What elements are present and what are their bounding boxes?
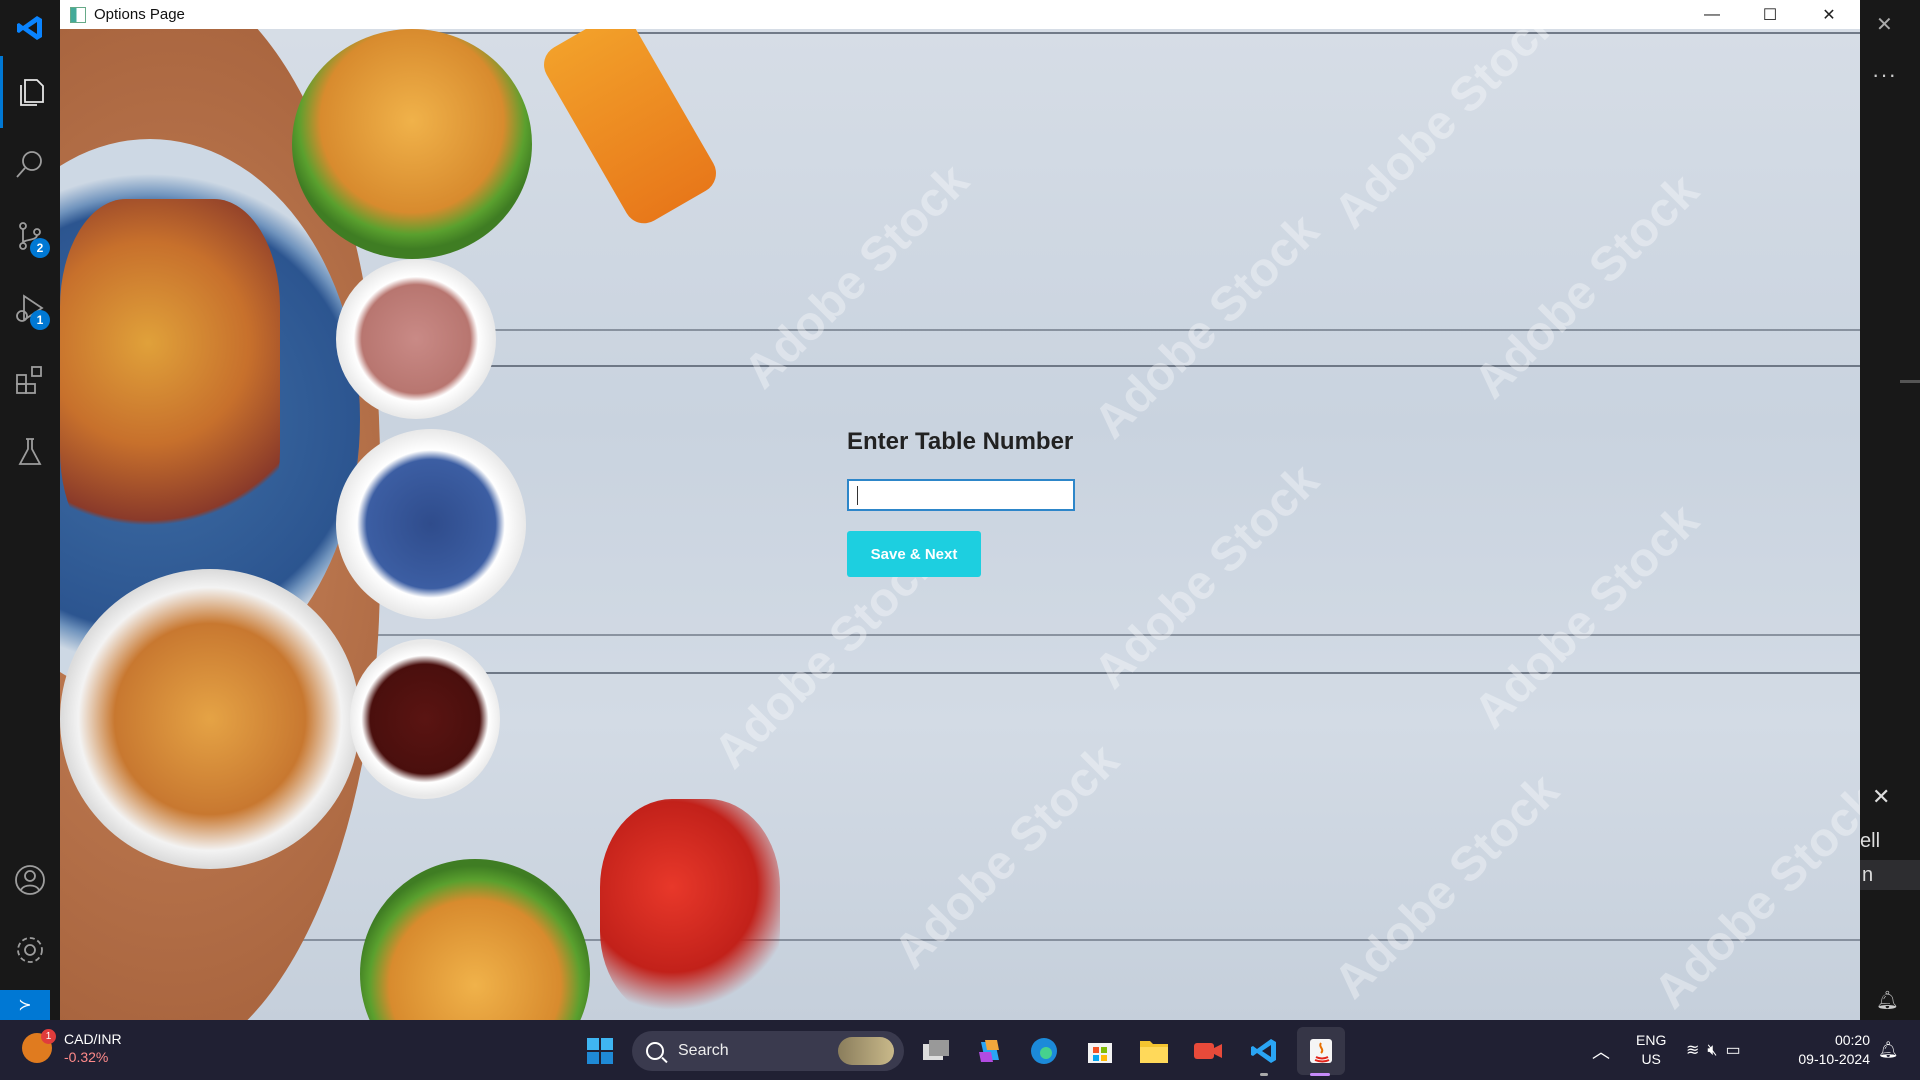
burger-bottom-image (360, 859, 590, 1020)
system-tray-icons[interactable]: ≋🔇︎▭ (1686, 1040, 1749, 1060)
watermark-text: Adobe Stock (884, 734, 1130, 979)
edge-browser-icon[interactable] (1026, 1033, 1062, 1069)
file-explorer-icon[interactable] (1136, 1033, 1172, 1069)
terminal-list-item-selected[interactable]: n (1860, 860, 1920, 890)
watermark-text: Adobe Stock (1644, 774, 1860, 1019)
show-hidden-icons-chevron-icon[interactable]: ︿ (1592, 1038, 1610, 1064)
running-indicator (1260, 1073, 1268, 1076)
taskbar-search[interactable]: Search (632, 1031, 904, 1071)
weather-widget[interactable]: 1 CAD/INR -0.32% (22, 1029, 122, 1066)
content-area: Adobe Stock Adobe Stock Adobe Stock Adob… (60, 29, 1860, 1020)
testing-icon[interactable] (0, 416, 60, 488)
maximize-button[interactable]: ☐ (1741, 0, 1799, 29)
minimize-button[interactable]: — (1683, 0, 1741, 29)
form-heading: Enter Table Number (847, 428, 1074, 455)
watermark-text: Adobe Stock (734, 154, 980, 399)
clock[interactable]: 00:20 09-10-2024 (1786, 1031, 1870, 1069)
run-debug-icon[interactable]: 1 (0, 272, 60, 344)
currency-widget-icon: 1 (22, 1029, 56, 1063)
scrollbar-thumb[interactable] (1900, 380, 1920, 383)
widget-title: CAD/INR (64, 1031, 122, 1047)
clock-date: 09-10-2024 (1798, 1051, 1870, 1067)
lang-code: ENG (1636, 1032, 1667, 1048)
blueberry-bowl-image (336, 429, 526, 619)
app-window-icon (70, 6, 86, 23)
watermark-text: Adobe Stock (1084, 204, 1330, 449)
remote-indicator-button[interactable]: ≻ (0, 990, 50, 1020)
battery-icon: ▭ (1725, 1042, 1749, 1059)
wifi-icon: ≋ (1686, 1042, 1708, 1059)
run-debug-badge: 1 (30, 310, 50, 330)
activity-bar: 2 1 ≻ (0, 0, 60, 1020)
language-indicator[interactable]: ENG US (1636, 1031, 1666, 1069)
panel-close-icon[interactable]: ✕ (1872, 784, 1890, 810)
app-window: Options Page — ☐ ✕ Adobe Stock Adobe Sto… (60, 0, 1860, 1020)
notification-center-icon[interactable]: 🔔︎ (1878, 1040, 1898, 1060)
copilot-icon[interactable] (972, 1033, 1008, 1069)
clock-time: 00:20 (1834, 1032, 1870, 1048)
watermark-text: Adobe Stock (1084, 454, 1330, 699)
title-bar[interactable]: Options Page — ☐ ✕ (60, 0, 1860, 29)
remote-icon: ≻ (18, 997, 32, 1014)
watermark-text: Adobe Stock (1324, 764, 1570, 1009)
burger-top-image (292, 29, 532, 259)
java-app-icon[interactable] (1303, 1033, 1339, 1069)
vscode-logo-icon (10, 8, 50, 48)
widget-badge: 1 (41, 1029, 56, 1044)
search-highlight-image (838, 1037, 894, 1065)
extensions-icon[interactable] (0, 344, 60, 416)
search-icon[interactable] (0, 128, 60, 200)
close-button[interactable]: ✕ (1800, 0, 1858, 29)
potato-bowl-image (60, 569, 360, 869)
explorer-icon[interactable] (0, 56, 60, 128)
watermark-text: Adobe Stock (1324, 29, 1570, 239)
sauce-bowl-image (350, 639, 500, 799)
account-icon[interactable] (0, 844, 60, 916)
vscode-close-icon[interactable]: ✕ (1876, 12, 1893, 37)
lang-region: US (1641, 1051, 1661, 1067)
search-icon (646, 1042, 664, 1060)
text-caret (857, 486, 858, 505)
widget-value: -0.32% (64, 1049, 109, 1065)
terminal-list-item[interactable]: ell (1860, 830, 1880, 853)
watermark-text: Adobe Stock (1464, 494, 1710, 739)
salt-bowl-image (336, 259, 496, 419)
task-view-icon[interactable] (918, 1033, 954, 1069)
tomatoes-image (600, 799, 780, 1019)
volume-muted-icon: 🔇︎ (1707, 1042, 1726, 1059)
window-title: Options Page (94, 6, 185, 23)
taskbar (0, 1020, 1920, 1080)
microsoft-store-icon[interactable] (1082, 1033, 1118, 1069)
start-button[interactable] (582, 1033, 618, 1069)
vscode-taskbar-icon[interactable] (1246, 1033, 1282, 1069)
search-label: Search (678, 1042, 729, 1059)
source-control-badge: 2 (30, 238, 50, 258)
windows-icon (587, 1038, 613, 1064)
table-number-input[interactable] (847, 479, 1075, 511)
source-control-icon[interactable]: 2 (0, 200, 60, 272)
more-actions-icon[interactable]: ··· (1872, 62, 1897, 88)
save-next-button[interactable]: Save & Next (847, 531, 981, 577)
kebab-skewers-image (60, 199, 280, 559)
camera-app-icon[interactable] (1190, 1033, 1226, 1069)
notifications-bell-icon[interactable]: 🔔︎ (1876, 990, 1899, 1011)
watermark-text: Adobe Stock (1464, 164, 1710, 409)
active-indicator (1310, 1073, 1330, 1076)
juice-bottle-image (536, 29, 724, 231)
settings-icon[interactable] (0, 914, 60, 986)
